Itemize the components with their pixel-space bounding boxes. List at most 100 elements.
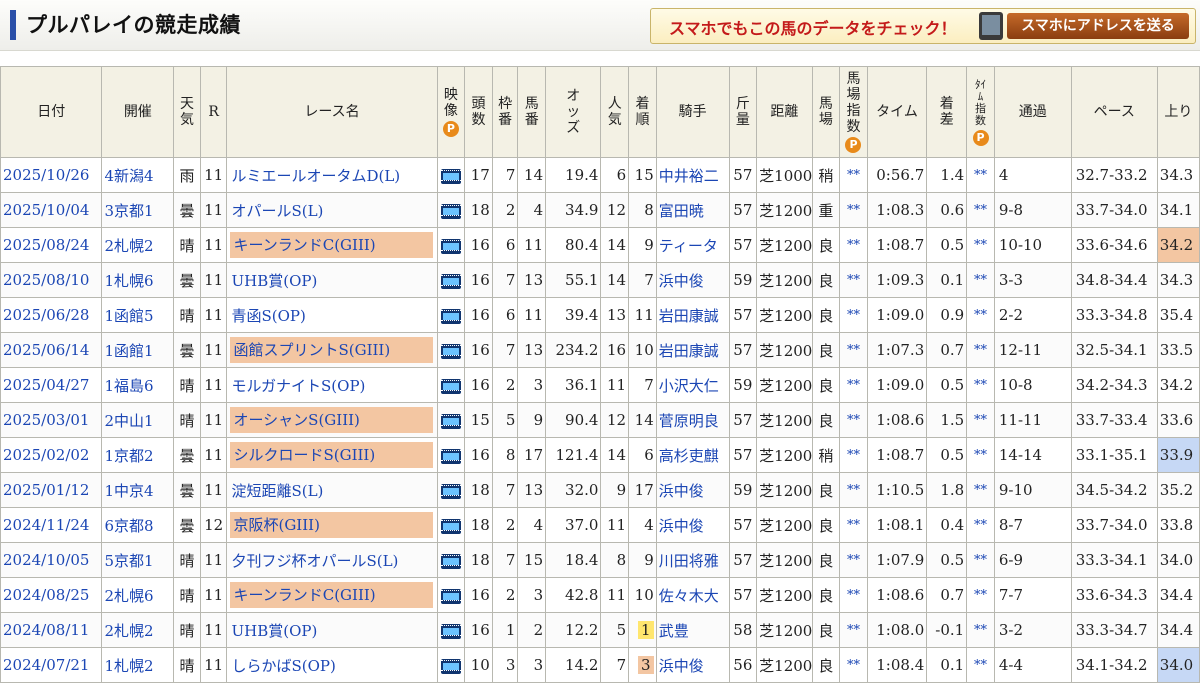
time-index-cell[interactable]: ** [966,157,995,193]
venue-link[interactable]: 1中京4 [101,472,175,508]
race-date-link[interactable]: 2025/04/27 [0,367,103,403]
jockey-link[interactable]: 富田暁 [655,192,730,228]
time-index-cell[interactable]: ** [966,437,995,473]
video-cell[interactable] [436,647,466,683]
jockey-link[interactable]: 浜中俊 [655,262,730,298]
venue-link[interactable]: 1札幌6 [101,262,175,298]
jockey-link[interactable]: 菅原明良 [655,402,730,438]
time-index-cell[interactable]: ** [966,542,995,578]
venue-link[interactable]: 2札幌2 [101,612,175,648]
race-name-label[interactable]: シルクロードS(GIII) [230,442,433,468]
video-cell[interactable] [436,577,466,613]
race-name-link[interactable]: 函館スプリントS(GIII) [226,332,438,368]
venue-link[interactable]: 2札幌6 [101,577,175,613]
race-name-label[interactable]: 京阪杯(GIII) [230,512,433,538]
video-icon[interactable] [440,203,461,219]
venue-link[interactable]: 5京都1 [101,542,175,578]
track-index-cell[interactable]: ** [839,227,868,263]
jockey-link[interactable]: 中井裕二 [655,157,730,193]
video-cell[interactable] [436,227,466,263]
jockey-link[interactable]: 浜中俊 [655,507,730,543]
race-name-link[interactable]: 京阪杯(GIII) [226,507,438,543]
video-cell[interactable] [436,542,466,578]
video-icon[interactable] [440,658,461,674]
video-icon[interactable] [440,378,461,394]
race-date-link[interactable]: 2025/02/02 [0,437,103,473]
track-index-cell[interactable]: ** [839,507,868,543]
video-cell[interactable] [436,612,466,648]
race-date-link[interactable]: 2025/01/12 [0,472,103,508]
time-index-cell[interactable]: ** [966,647,995,683]
race-date-link[interactable]: 2025/06/28 [0,297,103,333]
video-cell[interactable] [436,262,466,298]
race-name-link[interactable]: シルクロードS(GIII) [226,437,438,473]
video-icon[interactable] [440,238,461,254]
race-name-link[interactable]: モルガナイトS(OP) [226,367,438,403]
track-index-cell[interactable]: ** [839,647,868,683]
time-index-cell[interactable]: ** [966,227,995,263]
video-icon[interactable] [440,518,461,534]
jockey-link[interactable]: 高杉吏麒 [655,437,730,473]
send-address-button[interactable]: スマホにアドレスを送る [1007,13,1189,39]
race-date-link[interactable]: 2024/08/11 [0,612,103,648]
jockey-link[interactable]: 佐々木大 [655,577,730,613]
track-index-cell[interactable]: ** [839,192,868,228]
video-icon[interactable] [440,168,461,184]
time-index-cell[interactable]: ** [966,262,995,298]
time-index-cell[interactable]: ** [966,367,995,403]
race-name-label[interactable]: オーシャンS(GIII) [230,407,433,433]
video-cell[interactable] [436,192,466,228]
time-index-cell[interactable]: ** [966,577,995,613]
time-index-cell[interactable]: ** [966,472,995,508]
jockey-link[interactable]: 岩田康誠 [655,332,730,368]
venue-link[interactable]: 1京都2 [101,437,175,473]
jockey-link[interactable]: ティータ [655,227,730,263]
video-icon[interactable] [440,308,461,324]
venue-link[interactable]: 1福島6 [101,367,175,403]
race-date-link[interactable]: 2025/08/10 [0,262,103,298]
race-date-link[interactable]: 2024/08/25 [0,577,103,613]
video-icon[interactable] [440,448,461,464]
jockey-link[interactable]: 武豊 [655,612,730,648]
race-name-link[interactable]: オパールS(L) [226,192,438,228]
col-date[interactable]: 日付 [0,66,103,158]
video-cell[interactable] [436,472,466,508]
track-index-cell[interactable]: ** [839,437,868,473]
venue-link[interactable]: 1函館1 [101,332,175,368]
smartphone-promo-banner[interactable]: スマホでもこの馬のデータをチェック！ スマホにアドレスを送る [650,8,1196,44]
jockey-link[interactable]: 浜中俊 [655,647,730,683]
video-icon[interactable] [440,588,461,604]
race-date-link[interactable]: 2025/06/14 [0,332,103,368]
venue-link[interactable]: 4新潟4 [101,157,175,193]
race-name-label[interactable]: キーンランドC(GIII) [230,582,433,608]
race-date-link[interactable]: 2024/07/21 [0,647,103,683]
race-name-link[interactable]: 淀短距離S(L) [226,472,438,508]
race-name-link[interactable]: しらかばS(OP) [226,647,438,683]
race-date-link[interactable]: 2025/10/26 [0,157,103,193]
track-index-cell[interactable]: ** [839,402,868,438]
race-date-link[interactable]: 2024/10/05 [0,542,103,578]
time-index-cell[interactable]: ** [966,507,995,543]
track-index-cell[interactable]: ** [839,612,868,648]
venue-link[interactable]: 3京都1 [101,192,175,228]
race-name-link[interactable]: ルミエールオータムD(L) [226,157,438,193]
time-index-cell[interactable]: ** [966,332,995,368]
venue-link[interactable]: 6京都8 [101,507,175,543]
race-name-link[interactable]: UHB賞(OP) [226,612,438,648]
venue-link[interactable]: 1函館5 [101,297,175,333]
track-index-cell[interactable]: ** [839,157,868,193]
time-index-cell[interactable]: ** [966,297,995,333]
track-index-cell[interactable]: ** [839,262,868,298]
jockey-link[interactable]: 岩田康誠 [655,297,730,333]
race-name-link[interactable]: 青函S(OP) [226,297,438,333]
time-index-cell[interactable]: ** [966,612,995,648]
race-date-link[interactable]: 2025/10/04 [0,192,103,228]
video-icon[interactable] [440,483,461,499]
video-icon[interactable] [440,623,461,639]
track-index-cell[interactable]: ** [839,297,868,333]
video-cell[interactable] [436,402,466,438]
video-cell[interactable] [436,507,466,543]
video-cell[interactable] [436,332,466,368]
video-icon[interactable] [440,343,461,359]
video-cell[interactable] [436,157,466,193]
